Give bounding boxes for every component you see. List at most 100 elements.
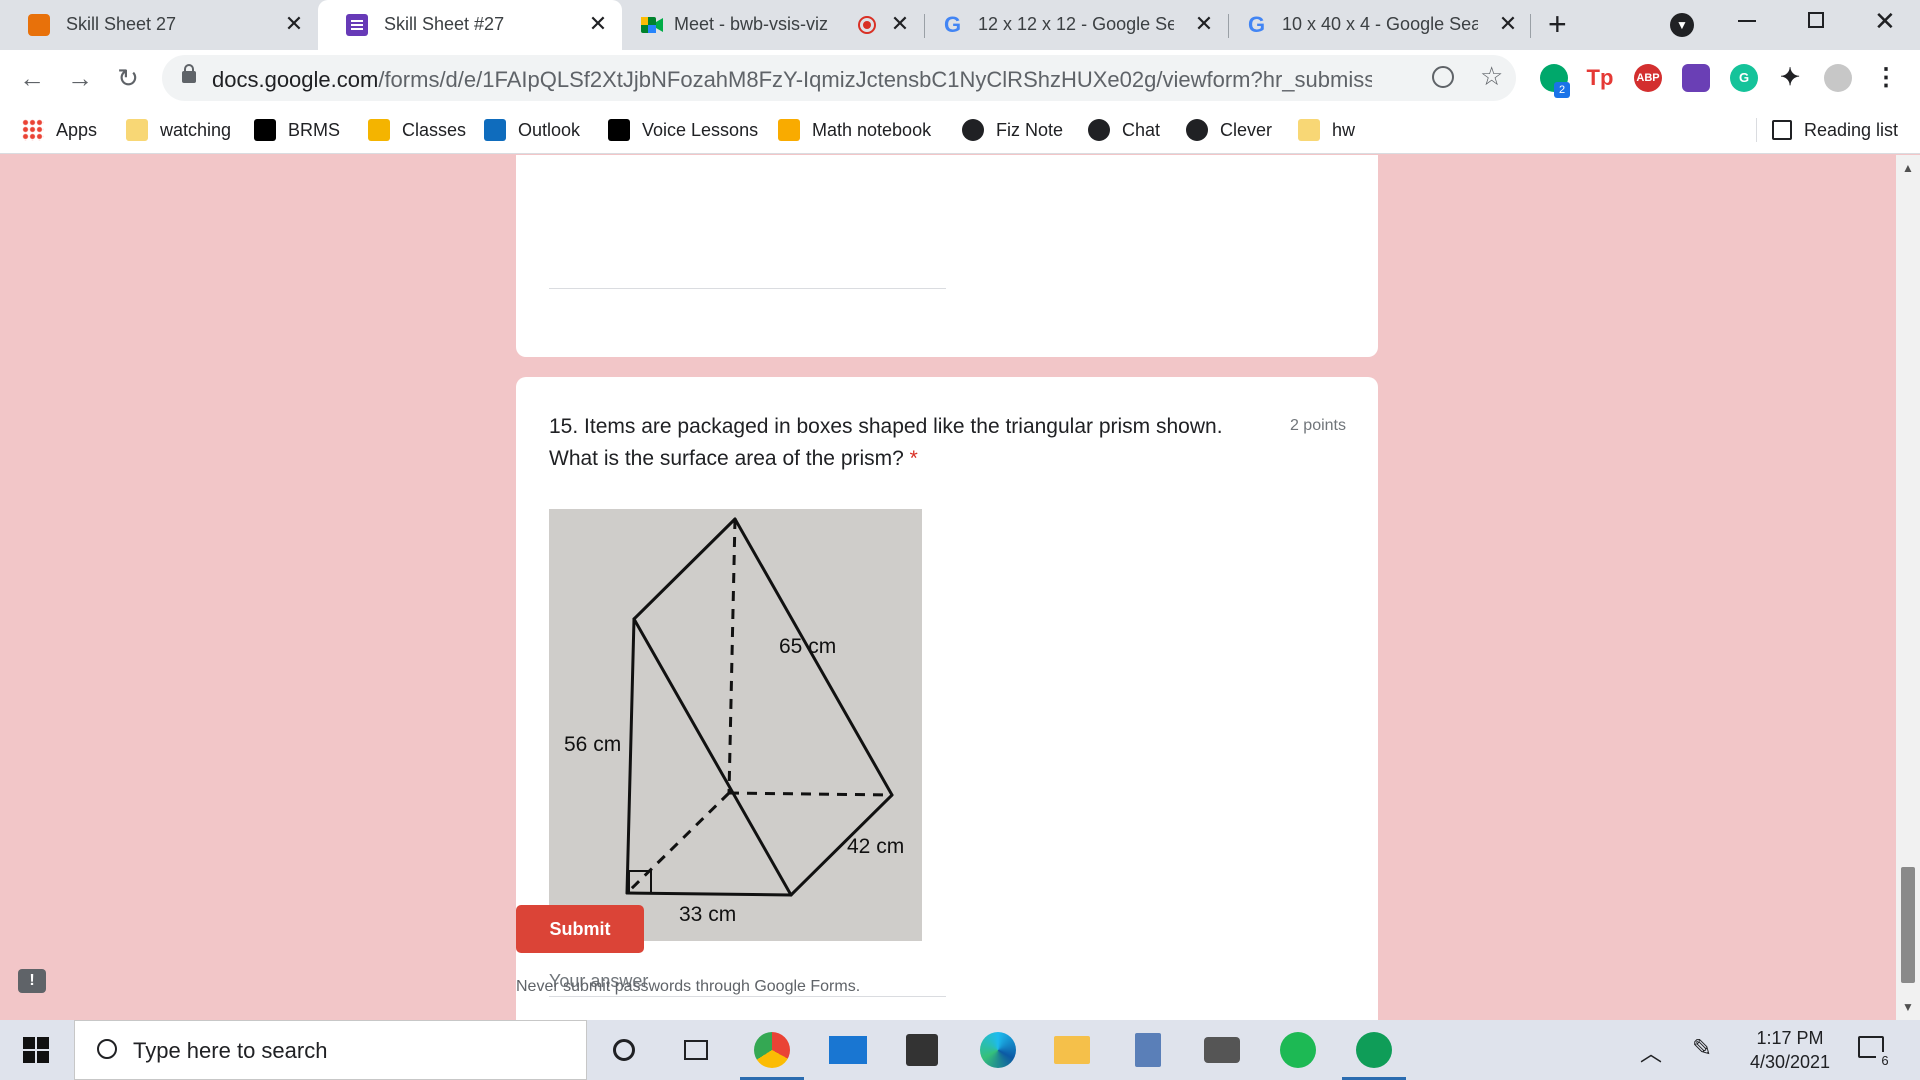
bookmark-label: Apps [56, 119, 98, 140]
taskbar-camera[interactable] [1184, 1020, 1260, 1080]
label-65: 65 cm [779, 635, 836, 658]
prism-figure: 65 cm 56 cm 42 cm 33 cm [549, 509, 922, 941]
label-33: 33 cm [679, 903, 736, 926]
google-favicon-icon: G [1248, 12, 1266, 37]
reading-list-icon [1772, 120, 1792, 140]
extensions-puzzle-icon[interactable]: ✦ [1776, 64, 1804, 92]
tab-skill-sheet-27[interactable]: Skill Sheet 27 ✕ [0, 0, 318, 50]
extension-tp-icon[interactable]: Tp [1586, 64, 1614, 92]
recording-indicator-icon [858, 16, 876, 34]
taskbar-spotify[interactable] [1260, 1020, 1336, 1080]
menu-kebab-icon[interactable]: ⋮ [1872, 64, 1900, 92]
meet-favicon-icon [640, 14, 663, 36]
scroll-down-icon[interactable]: ▼ [1902, 1000, 1914, 1014]
bookmark-label: Voice Lessons [642, 119, 759, 140]
taskbar-calculator[interactable] [1110, 1020, 1186, 1080]
tab-search-icon[interactable]: ▼ [1670, 13, 1694, 37]
taskbar-hangouts[interactable] [1336, 1020, 1412, 1080]
close-tab-icon[interactable]: ✕ [888, 12, 912, 36]
address-bar[interactable]: docs.google.com/forms/d/e/1FAIpQLSf2XtJj… [162, 55, 1516, 101]
bookmark-brms[interactable]: BRMS [254, 116, 340, 144]
tab-title: Skill Sheet #27 [384, 14, 505, 34]
close-tab-icon[interactable]: ✕ [586, 12, 610, 36]
tab-separator [1228, 14, 1229, 38]
notification-count: 6 [1876, 1052, 1894, 1070]
reading-list-button[interactable]: Reading list [1772, 116, 1898, 144]
outlook-icon [484, 119, 506, 141]
tab-skill-sheet-27-active[interactable]: Skill Sheet #27 ✕ [318, 0, 622, 50]
extension-abp-icon[interactable]: ABP [1634, 64, 1662, 92]
bookmark-outlook[interactable]: Outlook [484, 116, 580, 144]
prism-edge [632, 517, 737, 621]
triangular-prism-diagram: 65 cm 56 cm 42 cm 33 cm [564, 517, 904, 926]
tab-meet[interactable]: Meet - bwb-vsis-viz ✕ [622, 0, 922, 50]
new-tab-icon[interactable]: + [1548, 8, 1567, 40]
submit-button[interactable]: Submit [516, 905, 644, 953]
prism-edge [625, 617, 636, 895]
folder-icon [1054, 1036, 1090, 1064]
start-button[interactable] [0, 1020, 72, 1080]
bookmark-hw[interactable]: hw [1298, 116, 1355, 144]
bookmark-label: Fiz Note [996, 119, 1064, 140]
report-abuse-icon[interactable]: ! [18, 969, 46, 993]
forward-icon[interactable]: → [62, 60, 98, 96]
extension-purple-icon[interactable] [1682, 64, 1710, 92]
tab-google-search-1[interactable]: G 12 x 12 x 12 - Google Sear ✕ [926, 0, 1226, 50]
close-tab-icon[interactable]: ✕ [1496, 12, 1520, 36]
bookmark-label: Clever [1220, 119, 1273, 140]
bookmark-fiz-note[interactable]: Fiz Note [962, 116, 1063, 144]
taskbar-chrome[interactable] [734, 1020, 810, 1080]
spotify-icon [1280, 1032, 1316, 1068]
close-tab-icon[interactable]: ✕ [282, 12, 306, 36]
taskbar-search-box[interactable]: Type here to search [74, 1020, 587, 1080]
prism-edge [632, 617, 793, 897]
search-placeholder: Type here to search [133, 1038, 328, 1063]
taskbar-mail[interactable] [810, 1020, 886, 1080]
bookmark-chat[interactable]: Chat [1088, 116, 1160, 144]
scroll-up-icon[interactable]: ▲ [1902, 161, 1914, 175]
task-view-button[interactable] [658, 1020, 734, 1080]
folder-icon [126, 119, 148, 141]
previous-answer-underline [549, 288, 946, 289]
extension-grammarly-icon[interactable]: G [1730, 64, 1758, 92]
tab-title: 12 x 12 x 12 - Google Sear [978, 14, 1174, 34]
calculator-icon [1135, 1033, 1161, 1067]
password-notice: Never submit passwords through Google Fo… [516, 978, 861, 995]
close-tab-icon[interactable]: ✕ [1192, 12, 1216, 36]
pen-icon[interactable]: ✎ [1692, 1034, 1712, 1063]
bookmarks-bar: Apps watching BRMS Classes Outlook Voice… [0, 106, 1920, 154]
cortana-button[interactable] [586, 1020, 662, 1080]
task-view-icon [684, 1040, 708, 1060]
bookmark-label: watching [160, 119, 232, 140]
bookmark-label: Math notebook [812, 119, 932, 140]
show-hidden-icons-icon[interactable]: ︿ [1640, 1036, 1662, 1068]
notebook-icon [778, 119, 800, 141]
form-page: 15. Items are packaged in boxes shaped l… [0, 155, 1920, 1020]
taskbar-edge[interactable] [960, 1020, 1036, 1080]
taskbar-store[interactable] [884, 1020, 960, 1080]
scrollbar-thumb[interactable] [1901, 867, 1915, 983]
reading-list-label: Reading list [1804, 119, 1899, 140]
page-scrollbar[interactable]: ▲ ▼ [1896, 155, 1920, 1020]
minimize-icon[interactable] [1738, 20, 1756, 22]
zoom-icon[interactable] [1432, 66, 1454, 88]
previous-question-card [516, 155, 1378, 357]
close-window-icon[interactable]: ✕ [1874, 6, 1896, 37]
extension-badge: 2 [1554, 82, 1570, 98]
bookmark-clever[interactable]: Clever [1186, 116, 1272, 144]
clock-date: 4/30/2021 [1749, 1052, 1831, 1072]
restore-icon[interactable] [1808, 12, 1824, 28]
bookmark-math-notebook[interactable]: Math notebook [778, 116, 931, 144]
profile-avatar-icon[interactable] [1824, 64, 1852, 92]
bookmark-apps[interactable]: Apps [22, 116, 97, 144]
system-clock[interactable]: 1:17 PM 4/30/2021 [1730, 1026, 1850, 1074]
bookmark-voice-lessons[interactable]: Voice Lessons [608, 116, 758, 144]
bookmark-classes[interactable]: Classes [368, 116, 466, 144]
taskbar-file-explorer[interactable] [1034, 1020, 1110, 1080]
tab-google-search-2[interactable]: G 10 x 40 x 4 - Google Searc ✕ [1230, 0, 1530, 50]
bookmark-watching[interactable]: watching [126, 116, 231, 144]
bookmark-star-icon[interactable]: ☆ [1480, 61, 1503, 92]
reload-icon[interactable]: ↻ [110, 60, 146, 96]
classroom-icon [368, 119, 390, 141]
back-icon[interactable]: ← [14, 60, 50, 96]
